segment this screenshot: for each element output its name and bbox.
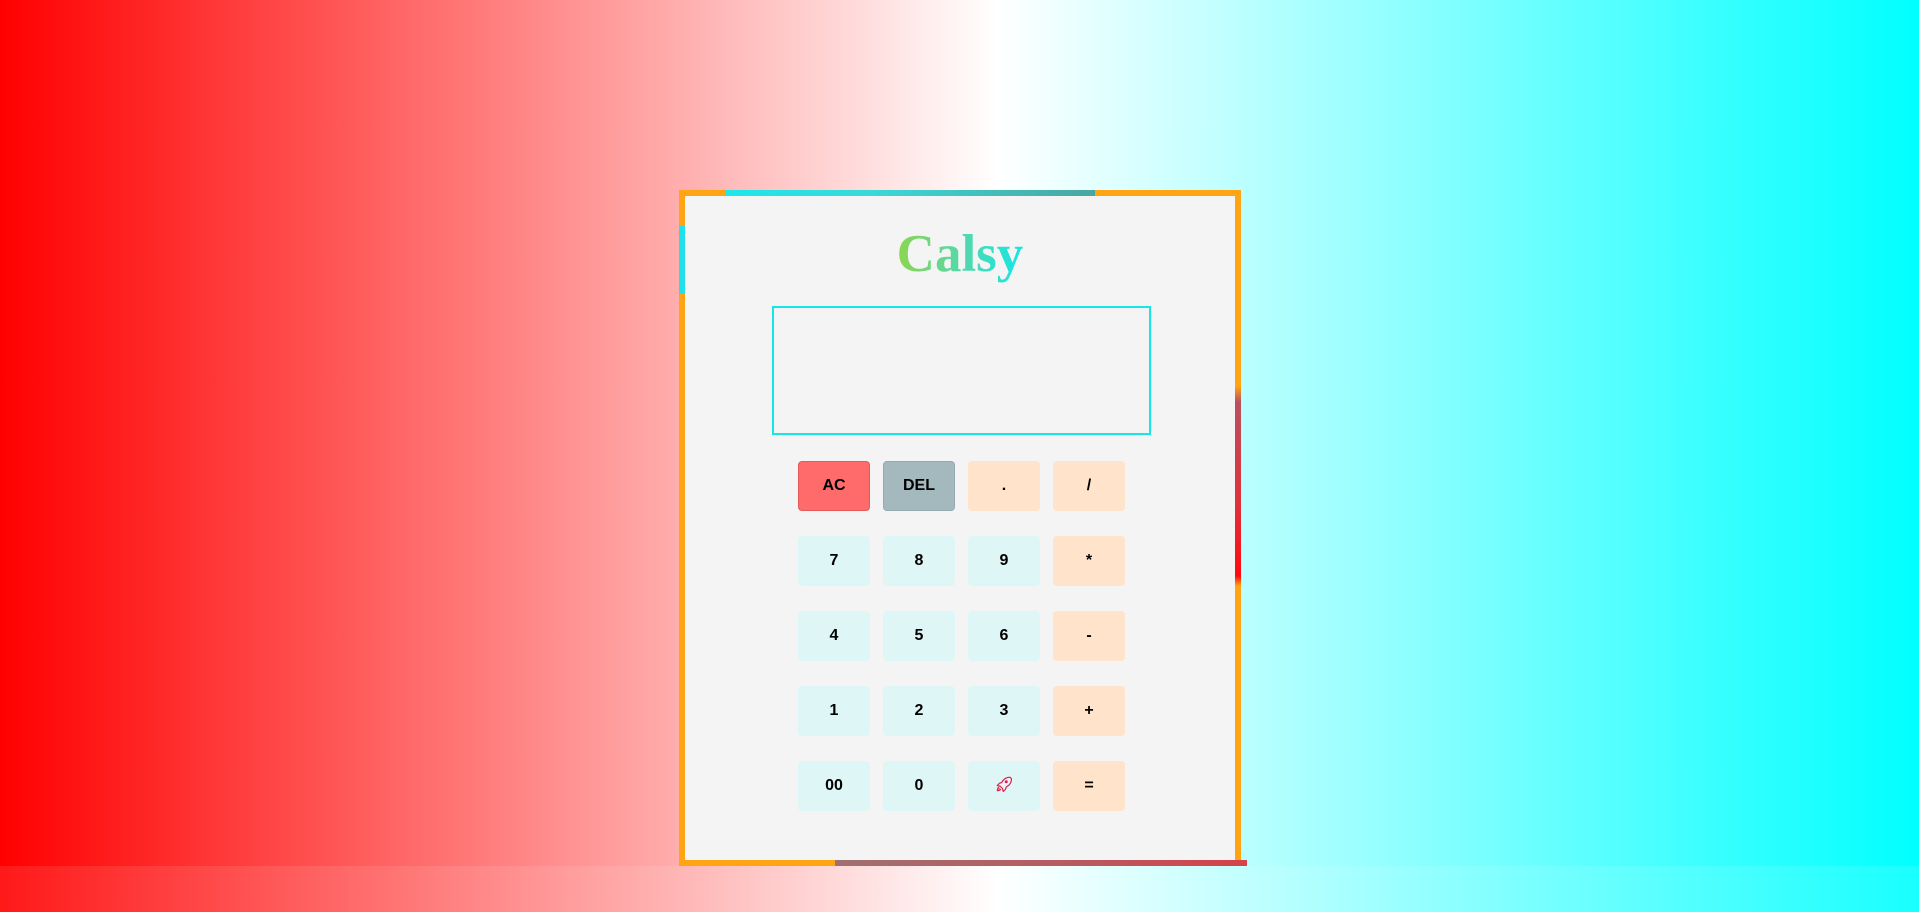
digit-3-button[interactable]: 3	[968, 686, 1040, 736]
key-label: +	[1084, 702, 1094, 719]
key-label: 1	[829, 702, 839, 719]
digit-2-button[interactable]: 2	[883, 686, 955, 736]
key-label: 2	[914, 702, 924, 719]
key-label: *	[1085, 552, 1093, 569]
multiply-button[interactable]: *	[1053, 536, 1125, 586]
app-title: Calsy	[685, 224, 1235, 284]
calculator-display[interactable]	[772, 306, 1151, 435]
key-label: 7	[829, 552, 839, 569]
key-label: 6	[999, 627, 1009, 644]
key-label: -	[1086, 627, 1092, 644]
double-zero-button[interactable]: 00	[798, 761, 870, 811]
rocket-icon	[995, 775, 1013, 798]
digit-1-button[interactable]: 1	[798, 686, 870, 736]
key-label: 4	[829, 627, 839, 644]
key-label: AC	[822, 477, 846, 494]
key-label: =	[1084, 777, 1094, 794]
digit-7-button[interactable]: 7	[798, 536, 870, 586]
frame-accent-bottom	[835, 860, 1247, 866]
decimal-button[interactable]: .	[968, 461, 1040, 511]
key-label: 5	[914, 627, 924, 644]
subtract-button[interactable]: -	[1053, 611, 1125, 661]
key-label: 0	[914, 777, 924, 794]
divide-button[interactable]: /	[1053, 461, 1125, 511]
frame-accent-right	[1235, 386, 1241, 586]
calculator-panel: Calsy AC DEL./7 8 9 * 4 5 6-1 2 3 +00 0 =	[679, 190, 1247, 866]
add-button[interactable]: +	[1053, 686, 1125, 736]
digit-4-button[interactable]: 4	[798, 611, 870, 661]
frame-accent-top	[725, 190, 1095, 196]
digit-6-button[interactable]: 6	[968, 611, 1040, 661]
key-label: 3	[999, 702, 1009, 719]
key-label: 00	[825, 777, 843, 794]
delete-button[interactable]: DEL	[883, 461, 955, 511]
keypad: AC DEL./7 8 9 * 4 5 6-1 2 3 +00 0 =	[798, 461, 1125, 811]
digit-8-button[interactable]: 8	[883, 536, 955, 586]
app-title-text: Calsy	[896, 225, 1024, 283]
key-label: .	[1001, 477, 1007, 494]
equals-button[interactable]: =	[1053, 761, 1125, 811]
key-label: /	[1086, 477, 1092, 494]
digit-5-button[interactable]: 5	[883, 611, 955, 661]
digit-0-button[interactable]: 0	[883, 761, 955, 811]
key-label: 8	[914, 552, 924, 569]
key-label: DEL	[903, 477, 935, 494]
digit-9-button[interactable]: 9	[968, 536, 1040, 586]
all-clear-button[interactable]: AC	[798, 461, 870, 511]
background-band	[0, 866, 1919, 912]
key-label: 9	[999, 552, 1009, 569]
rocket-button[interactable]	[968, 761, 1040, 811]
